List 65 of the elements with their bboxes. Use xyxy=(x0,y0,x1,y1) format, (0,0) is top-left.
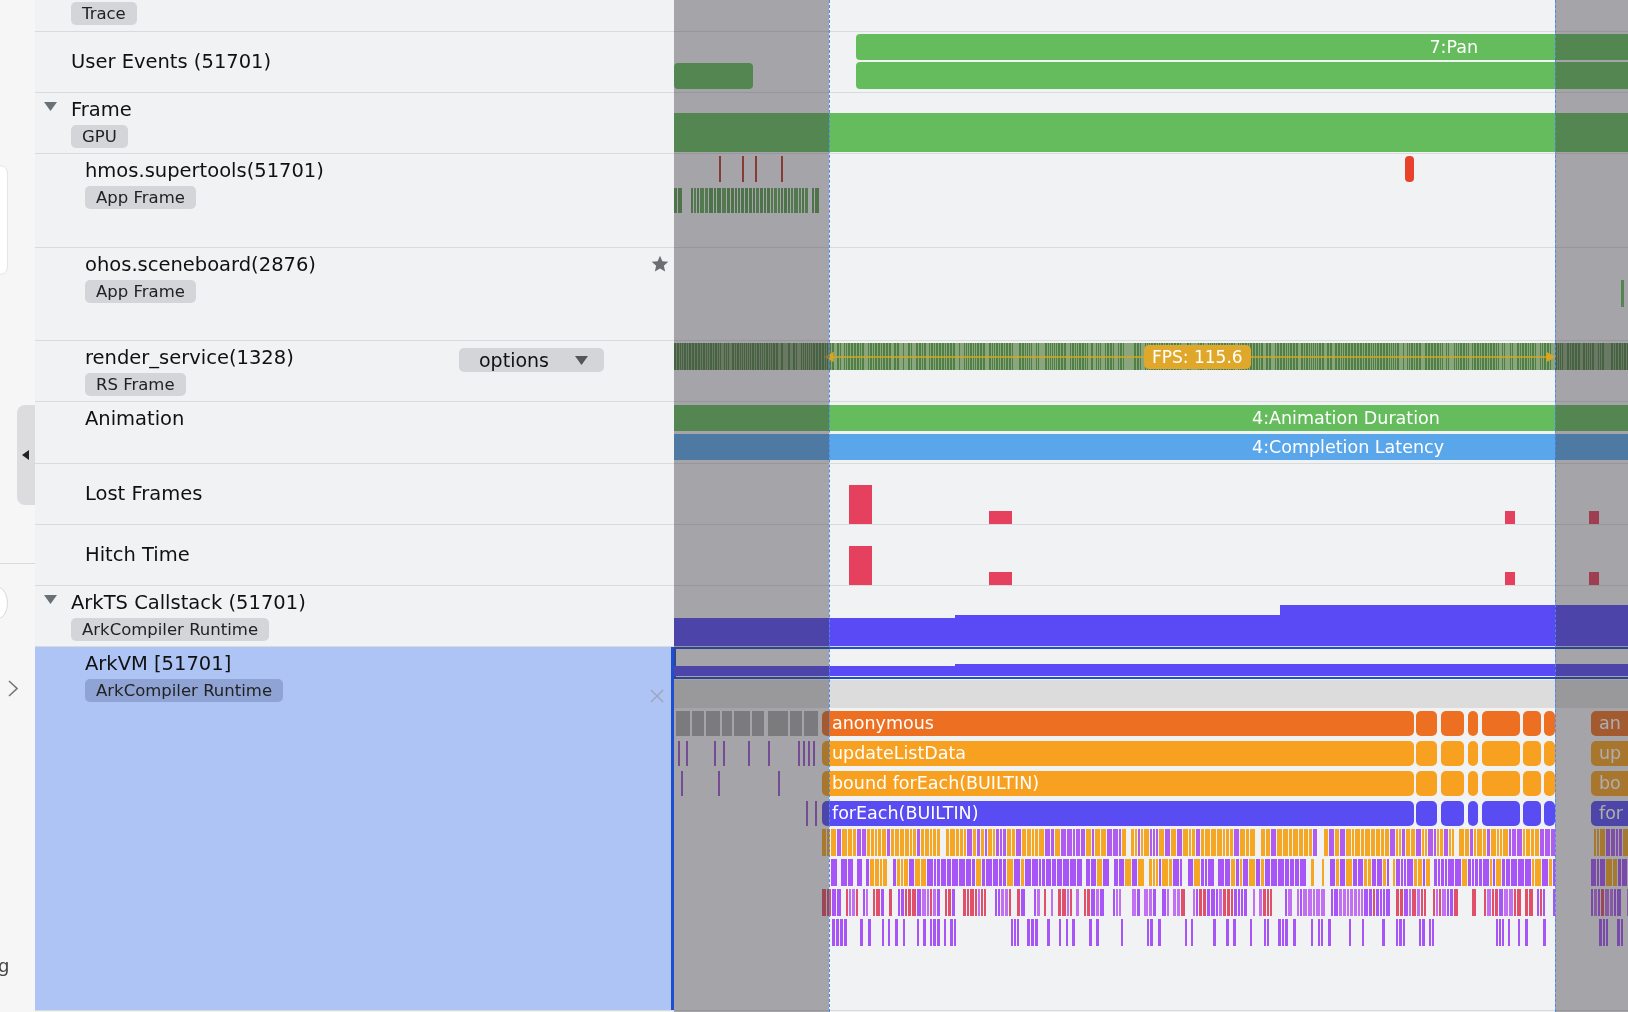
call-slice xyxy=(1416,801,1437,826)
call-slice xyxy=(1441,741,1464,766)
track-tag: ArkCompiler Runtime xyxy=(71,618,270,641)
selection-boundary-line[interactable] xyxy=(1555,0,1556,1012)
track-tag: Trace xyxy=(71,2,137,25)
frame-tick-drawing xyxy=(719,156,783,182)
jank-marker xyxy=(849,485,872,524)
call-slice xyxy=(1441,801,1464,826)
call-slice xyxy=(1544,771,1555,796)
call-slice xyxy=(1544,711,1555,736)
jank-marker xyxy=(989,511,1012,524)
track-title: ArkTS Callstack (51701) xyxy=(71,590,306,616)
call-slice xyxy=(1441,771,1464,796)
call-slice[interactable]: forEach(BUILTIN) xyxy=(822,801,1414,826)
jank-marker xyxy=(1505,572,1515,585)
call-slice xyxy=(1416,741,1437,766)
frame-tick xyxy=(1621,280,1624,307)
call-slice xyxy=(1482,741,1520,766)
track-tag: GPU xyxy=(71,125,128,148)
jank-marker xyxy=(1589,572,1599,585)
star-icon[interactable] xyxy=(650,254,670,274)
caret-icon xyxy=(575,355,588,365)
fps-label: FPS: 115.6 xyxy=(1144,345,1251,369)
call-slice xyxy=(1441,711,1464,736)
jank-marker xyxy=(1589,511,1599,524)
expand-toggle[interactable] xyxy=(44,594,57,604)
track-tag: ArkCompiler Runtime xyxy=(85,679,284,702)
selection-boundary-line[interactable] xyxy=(829,0,830,1012)
track-title: ohos.sceneboard(2876) xyxy=(85,252,316,278)
options-dropdown[interactable]: options xyxy=(459,348,604,372)
expand-toggle[interactable] xyxy=(44,101,57,111)
chevron-right-icon xyxy=(8,680,18,697)
call-slice xyxy=(1523,741,1541,766)
call-slice xyxy=(1416,771,1437,796)
frame-marker xyxy=(1405,156,1414,182)
jank-marker xyxy=(849,546,872,585)
jank-marker xyxy=(989,572,1012,585)
call-slice xyxy=(1468,741,1478,766)
call-slice xyxy=(1523,801,1541,826)
track-title: hmos.supertools(51701) xyxy=(85,158,324,184)
track-title: User Events (51701) xyxy=(71,49,272,75)
jank-marker xyxy=(1505,511,1515,524)
collapse-handle[interactable] xyxy=(17,405,35,505)
call-slice xyxy=(1482,771,1520,796)
track-header[interactable]: ArkVM [51701] ArkCompiler Runtime xyxy=(35,647,674,1010)
track-title: Hitch Time xyxy=(85,542,190,568)
call-slice xyxy=(1482,711,1520,736)
call-slice xyxy=(1468,711,1478,736)
track-tag: App Frame xyxy=(85,280,196,303)
call-slice xyxy=(1523,711,1541,736)
collapse-icon xyxy=(22,450,29,460)
call-slice xyxy=(1544,801,1555,826)
call-slice xyxy=(1523,771,1541,796)
call-slice xyxy=(1468,771,1478,796)
call-slice xyxy=(1416,711,1437,736)
track-tag: RS Frame xyxy=(85,373,186,396)
track-title: Frame xyxy=(71,97,132,123)
track-title: Animation xyxy=(85,406,185,432)
track-tag: App Frame xyxy=(85,186,196,209)
track-title: Lost Frames xyxy=(85,481,203,507)
call-slice xyxy=(1544,741,1555,766)
track-title: render_service(1328) xyxy=(85,345,294,371)
call-slice xyxy=(1468,801,1478,826)
call-slice xyxy=(1482,801,1520,826)
track-title: ArkVM [51701] xyxy=(85,651,232,677)
